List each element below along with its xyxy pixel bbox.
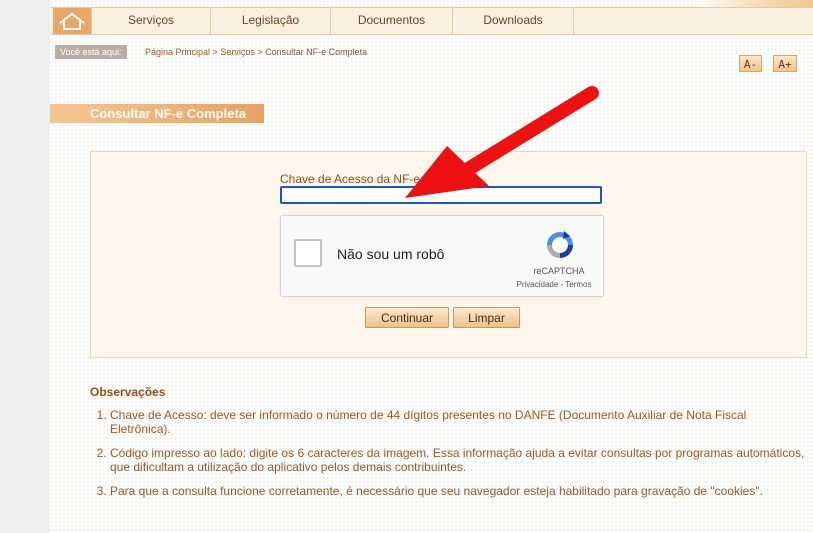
breadcrumb-home-link[interactable]: Página Principal — [145, 47, 210, 57]
recaptcha-logo-icon — [547, 231, 573, 258]
page: Serviços Legislação Documentos Downloads… — [50, 0, 813, 533]
observations-list: Chave de Acesso: deve ser informado o nú… — [90, 408, 810, 508]
font-increase-button[interactable]: A+ — [773, 55, 797, 72]
breadcrumb-separator: > — [210, 47, 221, 57]
main-nav: Serviços Legislação Documentos Downloads — [50, 7, 813, 35]
continue-button[interactable]: Continuar — [365, 307, 449, 328]
home-button[interactable] — [53, 8, 91, 34]
breadcrumb-separator: > — [254, 47, 266, 57]
access-key-label: Chave de Acesso da NF-e — [280, 172, 421, 186]
observation-item: Chave de Acesso: deve ser informado o nú… — [110, 408, 810, 436]
access-key-input[interactable] — [280, 186, 602, 204]
recaptcha-label: Não sou um robô — [337, 246, 445, 262]
breadcrumb-current: Consultar NF-e Completa — [265, 47, 368, 57]
font-decrease-button[interactable]: A- — [739, 55, 762, 72]
nav-item-downloads[interactable]: Downloads — [453, 8, 574, 34]
clear-button[interactable]: Limpar — [453, 307, 520, 328]
recaptcha-widget: Não sou um robô reCAPTCHA Privacidade - … — [280, 215, 604, 297]
recaptcha-links[interactable]: Privacidade - Termos — [507, 280, 601, 289]
breadcrumb-services-link[interactable]: Serviços — [220, 47, 255, 57]
house-icon — [59, 12, 85, 30]
nav-item-servicos[interactable]: Serviços — [91, 8, 211, 34]
observations-title: Observações — [90, 385, 166, 399]
left-gutter — [0, 0, 50, 533]
recaptcha-brand: reCAPTCHA — [533, 266, 585, 276]
observation-item: Para que a consulta funcione corretament… — [110, 484, 810, 498]
recaptcha-checkbox[interactable] — [294, 239, 322, 267]
breadcrumb-prefix: Você está aqui: — [55, 45, 127, 59]
page-title: Consultar NF-e Completa — [50, 104, 264, 123]
observation-item: Código impresso ao lado: digite os 6 car… — [110, 446, 810, 474]
nav-item-legislacao[interactable]: Legislação — [211, 8, 331, 34]
nav-item-documentos[interactable]: Documentos — [331, 8, 453, 34]
breadcrumb: Página Principal > Serviços > Consultar … — [145, 45, 367, 59]
